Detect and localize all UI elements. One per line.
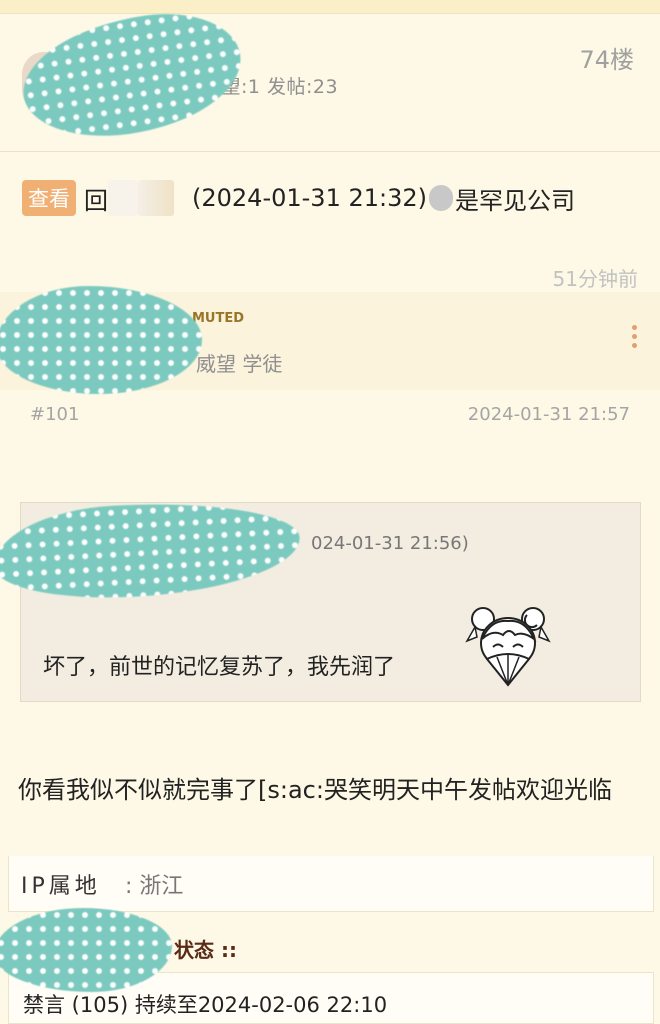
- ip-label: IP属地: [21, 874, 101, 899]
- post-body: 你看我似不似就完事了[s:ac:哭笑明天中午发帖欢迎光临: [18, 776, 612, 804]
- post-datetime: 2024-01-31 21:57: [467, 404, 630, 425]
- view-tag-button[interactable]: 查看: [22, 180, 76, 216]
- user-rank: 威望 学徒: [196, 352, 283, 376]
- redacted-dot: [429, 185, 453, 211]
- more-options-icon[interactable]: [628, 325, 640, 355]
- redacted-name: [138, 180, 174, 216]
- post-number[interactable]: #101: [30, 404, 79, 425]
- sticker-image: [465, 607, 551, 687]
- ip-separator: :: [125, 874, 133, 899]
- reply-prefix: 回: [84, 186, 108, 215]
- time-ago: 51分钟前: [552, 267, 638, 291]
- ip-location-box: IP属地 : 浙江: [8, 856, 654, 912]
- ip-value: : 浙江: [125, 868, 183, 900]
- ban-text: 禁言 (105) 持续至2024-02-06 22:10: [23, 993, 388, 1017]
- muted-badge: MUTED: [192, 311, 245, 326]
- reply-line: 查看 回 (2024-01-31 21:32) 是罕见公司: [22, 180, 575, 216]
- ip-location: 浙江: [139, 874, 184, 899]
- divider: [0, 151, 660, 152]
- redaction-blob: [0, 908, 172, 992]
- quote-time: 024-01-31 21:56): [311, 533, 469, 554]
- reply-text: 是罕见公司: [455, 186, 575, 215]
- top-bar: [0, 0, 660, 14]
- floor-number: 74楼: [579, 46, 634, 74]
- quote-text: 坏了，前世的记忆复苏了，我先润了: [43, 655, 396, 680]
- reply-time: (2024-01-31 21:32): [192, 184, 427, 212]
- status-title: 状态 ::: [174, 938, 237, 962]
- redacted-name: [108, 180, 138, 216]
